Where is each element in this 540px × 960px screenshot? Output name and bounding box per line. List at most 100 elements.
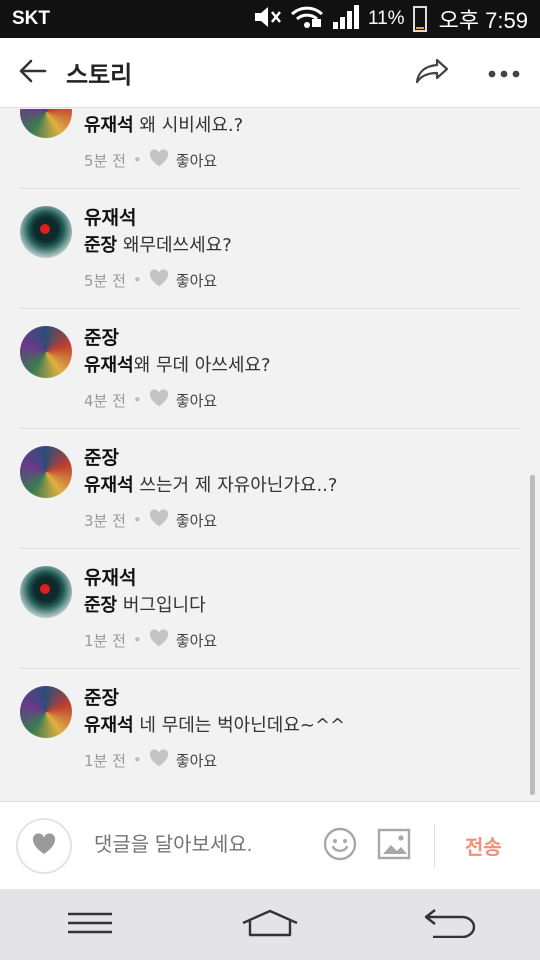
comment-author[interactable]: 준장: [84, 685, 520, 711]
comment-item: 준장 유재석왜 무데 아쓰세요? 4분 전 • 좋아요: [20, 309, 520, 429]
comment-time: 4분 전: [84, 391, 126, 410]
heart-icon[interactable]: [149, 509, 169, 531]
mention[interactable]: 준장: [84, 235, 117, 256]
image-icon: [377, 828, 411, 864]
avatar[interactable]: [20, 326, 72, 378]
avatar-detail: [40, 224, 50, 234]
comment-author[interactable]: 유재석: [84, 205, 520, 231]
heart-icon[interactable]: [149, 149, 169, 171]
mention[interactable]: 유재석: [84, 115, 134, 136]
undo-arrow-icon: [423, 908, 477, 942]
comment-list[interactable]: 준장유재석 왜 시비세요.?5분 전•좋아요유재석준장 왜무데쓰세요?5분 전•…: [0, 109, 540, 801]
clock: 오후 7:59: [438, 8, 528, 33]
system-nav-bar: [0, 889, 540, 960]
smiley-icon: [323, 827, 357, 865]
more-icon: [488, 63, 520, 82]
like-button[interactable]: 좋아요: [176, 270, 217, 291]
back-button[interactable]: [0, 38, 66, 108]
separator-dot: •: [132, 151, 142, 169]
comment-author[interactable]: 유재석: [84, 565, 520, 591]
comment-meta: 1분 전 • 좋아요: [84, 749, 520, 771]
signal-icon: [332, 4, 360, 34]
heart-icon[interactable]: [149, 269, 169, 291]
more-options-button[interactable]: [468, 38, 540, 108]
wifi-icon: [290, 4, 324, 34]
like-button[interactable]: 좋아요: [176, 630, 217, 651]
home-nav-button[interactable]: [225, 895, 315, 955]
comment-body: 왜무데쓰세요?: [117, 235, 232, 256]
comment-text: 유재석 왜 시비세요.?: [84, 113, 520, 139]
mute-icon: [252, 4, 282, 34]
menu-icon: [66, 912, 114, 938]
share-icon: [415, 58, 449, 88]
separator-dot: •: [132, 511, 142, 529]
comment-meta: 3분 전 • 좋아요: [84, 509, 520, 531]
heart-icon: [32, 832, 56, 859]
menu-nav-button[interactable]: [45, 895, 135, 955]
heart-icon[interactable]: [149, 389, 169, 411]
separator-dot: •: [132, 751, 142, 769]
separator-dot: •: [132, 391, 142, 409]
scrollbar[interactable]: [530, 475, 535, 795]
mention[interactable]: 유재석: [84, 715, 134, 736]
avatar[interactable]: [20, 566, 72, 618]
carrier-label: SKT: [12, 8, 50, 29]
comment-body: 버그입니다: [117, 595, 206, 616]
battery-percent: 11%: [367, 8, 405, 29]
comment-body: 쓰는거 제 자유아닌가요..?: [133, 475, 338, 496]
comment-meta: 4분 전 • 좋아요: [84, 389, 520, 411]
comment-body: 네 무데는 벅아닌데요~^^: [133, 715, 346, 736]
like-button[interactable]: 좋아요: [176, 390, 217, 411]
share-button[interactable]: [396, 38, 468, 108]
like-button[interactable]: 좋아요: [176, 510, 217, 531]
comment-text: 유재석 쓰는거 제 자유아닌가요..?: [84, 473, 520, 499]
mention[interactable]: 유재석: [84, 475, 134, 496]
avatar[interactable]: [20, 206, 72, 258]
emoji-button[interactable]: [322, 827, 358, 865]
comment-body: 왜 시비세요.?: [133, 115, 244, 136]
comment-author[interactable]: 준장: [84, 325, 520, 351]
comment-composer: 전송: [0, 801, 540, 889]
like-button[interactable]: 좋아요: [176, 750, 217, 771]
avatar[interactable]: [20, 686, 72, 738]
comment-item: 준장유재석 왜 시비세요.? 5분 전 • 좋아요: [20, 109, 520, 189]
comment-text: 준장 왜무데쓰세요?: [84, 233, 520, 259]
page-title: 스토리: [66, 61, 133, 89]
comment-author[interactable]: 준장: [84, 109, 520, 111]
comment-meta: 1분 전 • 좋아요: [84, 629, 520, 651]
battery-icon: [412, 6, 427, 32]
comment-time: 1분 전: [84, 631, 126, 650]
comment-author[interactable]: 준장: [84, 445, 520, 471]
separator-dot: •: [132, 631, 142, 649]
comment-meta: 5분 전 • 좋아요: [84, 269, 520, 291]
status-bar: SKT 11% 오후 7:59: [0, 0, 540, 38]
avatar[interactable]: [20, 109, 72, 138]
attach-photo-button[interactable]: [376, 828, 412, 864]
back-nav-button[interactable]: [405, 895, 495, 955]
comment-text: 유재석 네 무데는 벅아닌데요~^^: [84, 713, 520, 739]
comment-item: 준장 유재석 네 무데는 벅아닌데요~^^ 1분 전 • 좋아요: [20, 669, 520, 789]
heart-icon[interactable]: [149, 629, 169, 651]
comment-item: 유재석 준장 왜무데쓰세요? 5분 전 • 좋아요: [20, 189, 520, 309]
separator-dot: •: [132, 271, 142, 289]
mention[interactable]: 유재석: [84, 355, 134, 376]
comment-time: 1분 전: [84, 751, 126, 770]
like-button[interactable]: 좋아요: [176, 150, 217, 171]
heart-icon[interactable]: [149, 749, 169, 771]
avatar[interactable]: [20, 446, 72, 498]
arrow-left-icon: [19, 59, 47, 87]
comment-meta: 5분 전 • 좋아요: [84, 149, 520, 171]
send-button[interactable]: 전송: [465, 831, 502, 860]
comment-item: 준장 유재석 쓰는거 제 자유아닌가요..? 3분 전 • 좋아요: [20, 429, 520, 549]
comment-item: 유재석 준장 버그입니다 1분 전 • 좋아요: [20, 549, 520, 669]
like-story-button[interactable]: [16, 817, 72, 874]
divider: [434, 823, 435, 868]
comment-input[interactable]: [94, 834, 304, 857]
home-icon: [241, 909, 299, 941]
app-bar: 스토리: [0, 38, 540, 108]
mention[interactable]: 준장: [84, 595, 117, 616]
comment-text: 준장 버그입니다: [84, 593, 520, 619]
comment-time: 3분 전: [84, 511, 126, 530]
avatar-detail: [40, 584, 50, 594]
comment-text: 유재석왜 무데 아쓰세요?: [84, 353, 520, 379]
